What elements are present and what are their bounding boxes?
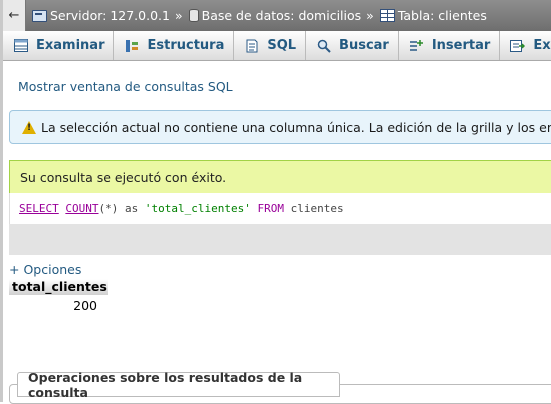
tab-buscar[interactable]: Buscar: [306, 31, 399, 60]
sql-count-arg: (*): [98, 202, 119, 215]
success-message: Su consulta se ejecutó con éxito.: [9, 160, 551, 193]
warning-icon: [22, 120, 36, 134]
export-icon: [510, 39, 526, 53]
breadcrumb-separator: »: [366, 8, 374, 23]
sql-keyword-as: as: [125, 202, 139, 215]
sql-table-name: clientes: [290, 202, 344, 215]
breadcrumb-server[interactable]: Servidor: 127.0.0.1: [32, 8, 170, 23]
database-icon: [188, 9, 199, 22]
server-icon: [32, 9, 47, 22]
tab-label: Insertar: [431, 38, 491, 53]
back-arrow-button[interactable]: ←: [3, 0, 26, 31]
sql-toolbar: [9, 224, 551, 255]
breadcrumb: ← Servidor: 127.0.0.1 » Base de datos: d…: [3, 0, 551, 32]
tab-label: Exportar: [533, 38, 551, 53]
column-header-total-clientes[interactable]: total_clientes: [9, 279, 108, 295]
sql-icon: [244, 39, 259, 53]
structure-icon: [124, 39, 139, 53]
tab-sql[interactable]: SQL: [234, 31, 307, 60]
tab-exportar[interactable]: Exportar: [500, 31, 551, 60]
show-sql-window-link[interactable]: Mostrar ventana de consultas SQL: [18, 79, 233, 94]
tab-examinar[interactable]: Examinar: [3, 31, 115, 60]
breadcrumb-server-label[interactable]: Servidor: 127.0.0.1: [50, 8, 170, 23]
result-cell: 200: [73, 298, 97, 313]
sql-function-count[interactable]: COUNT: [65, 202, 98, 215]
tab-label: Estructura: [147, 38, 225, 53]
sql-keyword-from: FROM: [257, 202, 284, 215]
browse-icon: [13, 39, 28, 53]
insert-icon: [409, 39, 424, 53]
sql-alias-string: 'total_clientes': [144, 202, 251, 215]
breadcrumb-database[interactable]: Base de datos: domicilios: [188, 8, 362, 23]
sql-query-display[interactable]: SELECT COUNT (*) as 'total_clientes' FROM…: [9, 193, 551, 224]
breadcrumb-database-label[interactable]: Base de datos: domicilios: [202, 8, 362, 23]
tab-insertar[interactable]: Insertar: [399, 31, 501, 60]
search-icon: [316, 39, 331, 53]
breadcrumb-separator: »: [174, 8, 183, 23]
tab-label: Buscar: [339, 38, 389, 53]
tab-estructura[interactable]: Estructura: [114, 31, 235, 60]
tab-label: Examinar: [36, 38, 105, 53]
unique-column-notice: La selección actual no contiene una colu…: [9, 110, 551, 144]
sql-keyword-select[interactable]: SELECT: [19, 202, 59, 215]
notice-text: La selección actual no contiene una colu…: [41, 119, 551, 135]
table-icon: [379, 9, 395, 22]
options-link[interactable]: + Opciones: [9, 262, 81, 277]
operations-legend: Operaciones sobre los resultados de la c…: [17, 370, 340, 400]
breadcrumb-table[interactable]: Tabla: clientes: [379, 8, 487, 23]
tab-label: SQL: [267, 38, 297, 53]
breadcrumb-table-label[interactable]: Tabla: clientes: [398, 8, 487, 23]
tab-menu: Examinar Estructura SQL Buscar Insertar …: [3, 31, 551, 61]
